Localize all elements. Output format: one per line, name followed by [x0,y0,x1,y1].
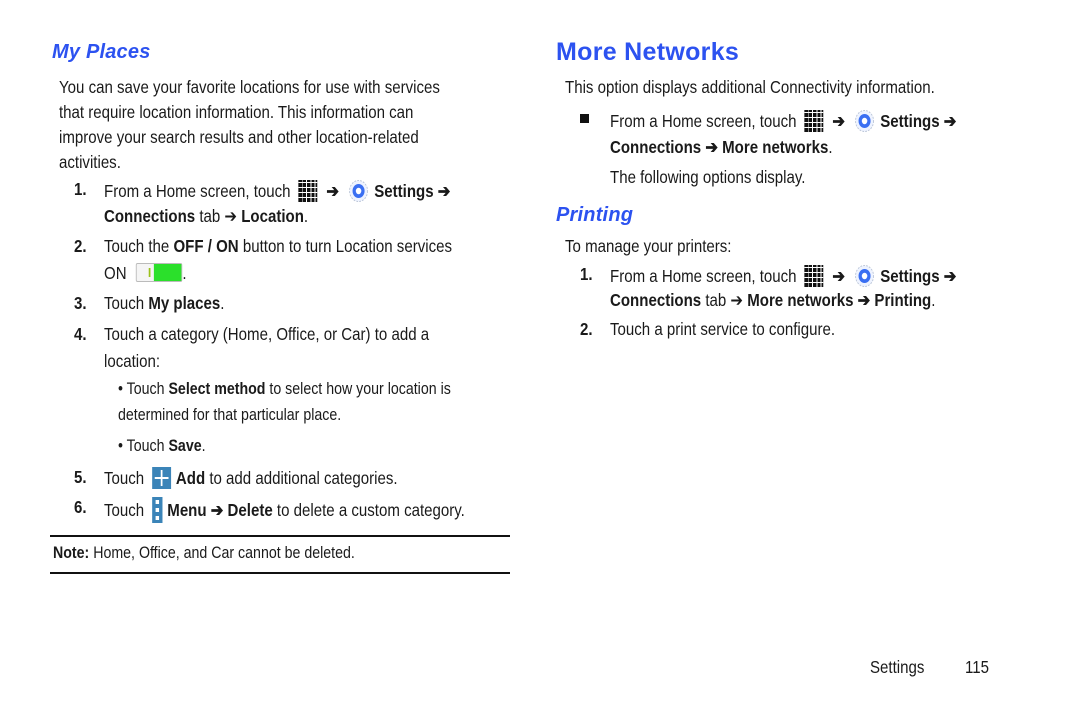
arrow: ➔ [832,266,846,286]
arrow: ➔ [832,111,846,131]
step-text: Touch the [104,236,174,256]
step-1-line-2: Connections tab ➔ Location. [104,206,308,227]
printing-step-1-line-1: From a Home screen, touch ➔ Settings ➔ [610,264,956,288]
step-text: From a Home screen, touch [610,266,797,286]
more-networks-step-line-2: Connections ➔ More networks. [610,137,833,158]
step-4-line-1: Touch a category (Home, Office, or Car) … [104,324,430,344]
period: . [220,293,225,313]
step-number: 4. [74,324,87,344]
settings-gear-icon [855,265,875,287]
printing-step-1-line-2: Connections tab ➔ More networks ➔ Printi… [610,290,935,311]
step-5: Touch Add to add additional categories. [104,467,398,489]
select-method-label: Select method [168,380,266,398]
note-bottom-rule [50,572,510,574]
step-text: Touch [104,500,145,520]
connections-more-networks-label: Connections ➔ More networks [610,137,829,157]
connections-label: Connections [104,206,196,226]
tab-text: tab ➔ [701,290,748,310]
bullet-text: to select how your location is [265,380,451,398]
menu-dots-icon [151,497,163,523]
apps-grid-icon [804,110,824,132]
step-number: 5. [74,467,87,487]
step-number: 3. [74,293,87,313]
more-networks-step-line-1: From a Home screen, touch ➔ Settings ➔ [610,109,956,133]
step-number: 1. [580,264,593,284]
apps-grid-icon [804,265,824,287]
connections-label: Connections [610,290,702,310]
intro-line: activities. [59,152,121,172]
step-3: Touch My places. [104,293,224,314]
printing-heading: Printing [556,204,634,226]
note-text: Home, Office, and Car cannot be deleted. [89,544,355,562]
settings-label: Settings ➔ [880,111,957,131]
note-top-rule [50,535,510,537]
bullet-save: • Touch Save. [118,437,206,456]
on-text: ON [104,263,127,283]
arrow: ➔ [326,181,340,201]
toggle-on-icon [135,263,183,282]
settings-gear-icon [349,180,369,202]
settings-gear-icon [855,110,875,132]
step-6: Touch Menu ➔ Delete to delete a custom c… [104,497,465,523]
more-networks-printing-label: More networks ➔ Printing [747,290,932,310]
intro-line: improve your search results and other lo… [59,127,419,147]
period: . [201,437,206,455]
more-networks-intro: This option displays additional Connecti… [565,77,935,97]
printing-step-2: Touch a print service to configure. [610,319,836,339]
step-2-line-1: Touch the OFF / ON button to turn Locati… [104,236,452,257]
step-number: 1. [74,179,87,199]
step-text: From a Home screen, touch [610,111,797,131]
period: . [182,263,187,283]
note: Note: Home, Office, and Car cannot be de… [53,544,355,563]
bullet-text: Touch [122,437,169,455]
bullet-select-method: • Touch Select method to select how your… [118,380,451,399]
step-text: button to turn Location services [238,236,452,256]
my-places-heading: My Places [52,41,151,63]
period: . [303,206,309,226]
square-bullet [580,114,589,123]
step-text: to add additional categories. [205,468,398,488]
step-number: 2. [580,319,593,339]
tab-text: tab ➔ [195,206,242,226]
apps-grid-icon [298,180,318,202]
step-text: Touch [104,468,145,488]
step-number: 6. [74,497,87,517]
step-text: Touch [104,293,149,313]
bullet-select-method-cont: determined for that particular place. [118,406,342,424]
save-label: Save [168,437,202,455]
step-1-line-1: From a Home screen, touch ➔ Settings ➔ [104,179,450,203]
intro-line: that require location information. This … [59,102,414,122]
footer-section: Settings [870,657,925,677]
note-label: Note: [53,544,90,562]
settings-label: Settings ➔ [374,181,451,201]
add-plus-icon [151,467,171,489]
step-4-line-2: location: [104,351,161,371]
step-2-line-2: ON . [104,263,187,284]
period: . [828,137,833,157]
intro-line: You can save your favorite locations for… [59,77,440,97]
bullet-text: Touch [122,380,169,398]
printing-intro: To manage your printers: [565,236,732,256]
add-label: Add [175,468,206,488]
footer-page-number: 115 [965,657,989,677]
settings-label: Settings ➔ [880,266,957,286]
step-text: to delete a custom category. [272,500,465,520]
step-number: 2. [74,236,87,256]
step-text: From a Home screen, touch [104,181,291,201]
period: . [931,290,936,310]
following-options: The following options display. [610,167,806,187]
menu-delete-label: Menu ➔ Delete [167,500,273,520]
my-places-label: My places [148,293,221,313]
off-on-label: OFF / ON [173,236,239,256]
more-networks-title: More Networks [556,38,740,66]
location-label: Location [241,206,304,226]
